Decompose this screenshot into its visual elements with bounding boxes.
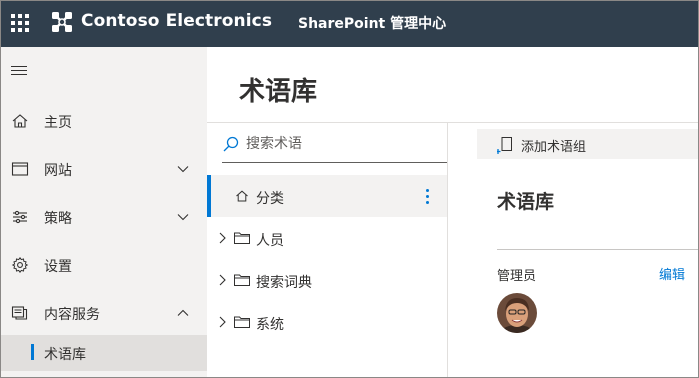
brand-name[interactable]: Contoso Electronics <box>81 11 272 31</box>
content-services-icon <box>11 306 28 320</box>
home-icon <box>236 190 248 202</box>
nav-item-label: 策略 <box>44 211 72 227</box>
nav-item-label: 设置 <box>44 259 72 275</box>
tree-item-search-dictionaries[interactable]: 搜索词典 <box>207 259 447 301</box>
admin-avatar[interactable] <box>497 293 537 333</box>
chevron-down-icon[interactable] <box>177 211 189 223</box>
folder-icon <box>234 274 250 286</box>
more-options-icon[interactable] <box>425 187 431 205</box>
policies-icon <box>13 210 27 224</box>
edit-admins-link[interactable]: 编辑 <box>659 264 685 283</box>
tree-item-label: 系统 <box>256 317 284 333</box>
nav-item-label: 网站 <box>44 163 72 179</box>
suite-header: Contoso Electronics SharePoint 管理中心 <box>1 1 698 47</box>
chevron-right-icon[interactable] <box>217 315 227 329</box>
pane-divider <box>447 123 448 377</box>
folder-icon <box>234 232 250 244</box>
tree-item-label: 分类 <box>256 191 284 207</box>
home-icon <box>12 114 28 128</box>
add-term-group-icon <box>497 137 512 154</box>
detail-divider <box>497 249 698 250</box>
tree-item-system[interactable]: 系统 <box>207 301 447 343</box>
chevron-up-icon[interactable] <box>177 307 189 319</box>
nav-item-home[interactable]: 主页 <box>1 97 207 145</box>
nav-subitem-term-store[interactable]: 术语库 <box>1 335 207 371</box>
contoso-logo-icon <box>52 12 72 32</box>
header-divider <box>207 122 698 123</box>
admins-label: 管理员 <box>497 269 537 284</box>
nav-item-label: 内容服务 <box>44 307 100 323</box>
add-term-group-label: 添加术语组 <box>521 140 587 155</box>
app-frame: Contoso Electronics SharePoint 管理中心 主页 网… <box>0 0 699 378</box>
selected-indicator <box>31 344 34 360</box>
app-launcher-icon[interactable] <box>11 14 29 32</box>
folder-icon <box>234 316 250 328</box>
nav-item-sites[interactable]: 网站 <box>1 145 207 193</box>
search-icon <box>223 136 239 152</box>
nav-item-content-services[interactable]: 内容服务 <box>1 289 207 337</box>
left-navigation: 主页 网站 策略 设置 内容服务 术语库 <box>1 47 207 377</box>
tree-item-taxonomy[interactable]: 分类 <box>207 175 447 217</box>
chevron-right-icon[interactable] <box>217 231 227 245</box>
search-input[interactable] <box>246 133 441 155</box>
page-title: 术语库 <box>239 77 318 107</box>
nav-item-settings[interactable]: 设置 <box>1 241 207 289</box>
tree-item-label: 搜索词典 <box>256 275 312 291</box>
chevron-right-icon[interactable] <box>217 273 227 287</box>
sites-icon <box>11 162 29 176</box>
chevron-down-icon[interactable] <box>177 163 189 175</box>
gear-icon <box>11 256 29 274</box>
selected-indicator <box>207 175 211 217</box>
nav-subitem-label: 术语库 <box>44 347 86 363</box>
add-term-group-button[interactable]: 添加术语组 <box>477 129 698 159</box>
search-box[interactable] <box>222 129 447 163</box>
detail-title: 术语库 <box>497 191 555 213</box>
tree-item-people[interactable]: 人员 <box>207 217 447 259</box>
nav-item-label: 主页 <box>44 115 72 131</box>
tree-item-label: 人员 <box>256 233 284 249</box>
app-title[interactable]: SharePoint 管理中心 <box>298 13 446 33</box>
hamburger-menu-icon[interactable] <box>11 65 29 77</box>
nav-item-policies[interactable]: 策略 <box>1 193 207 241</box>
